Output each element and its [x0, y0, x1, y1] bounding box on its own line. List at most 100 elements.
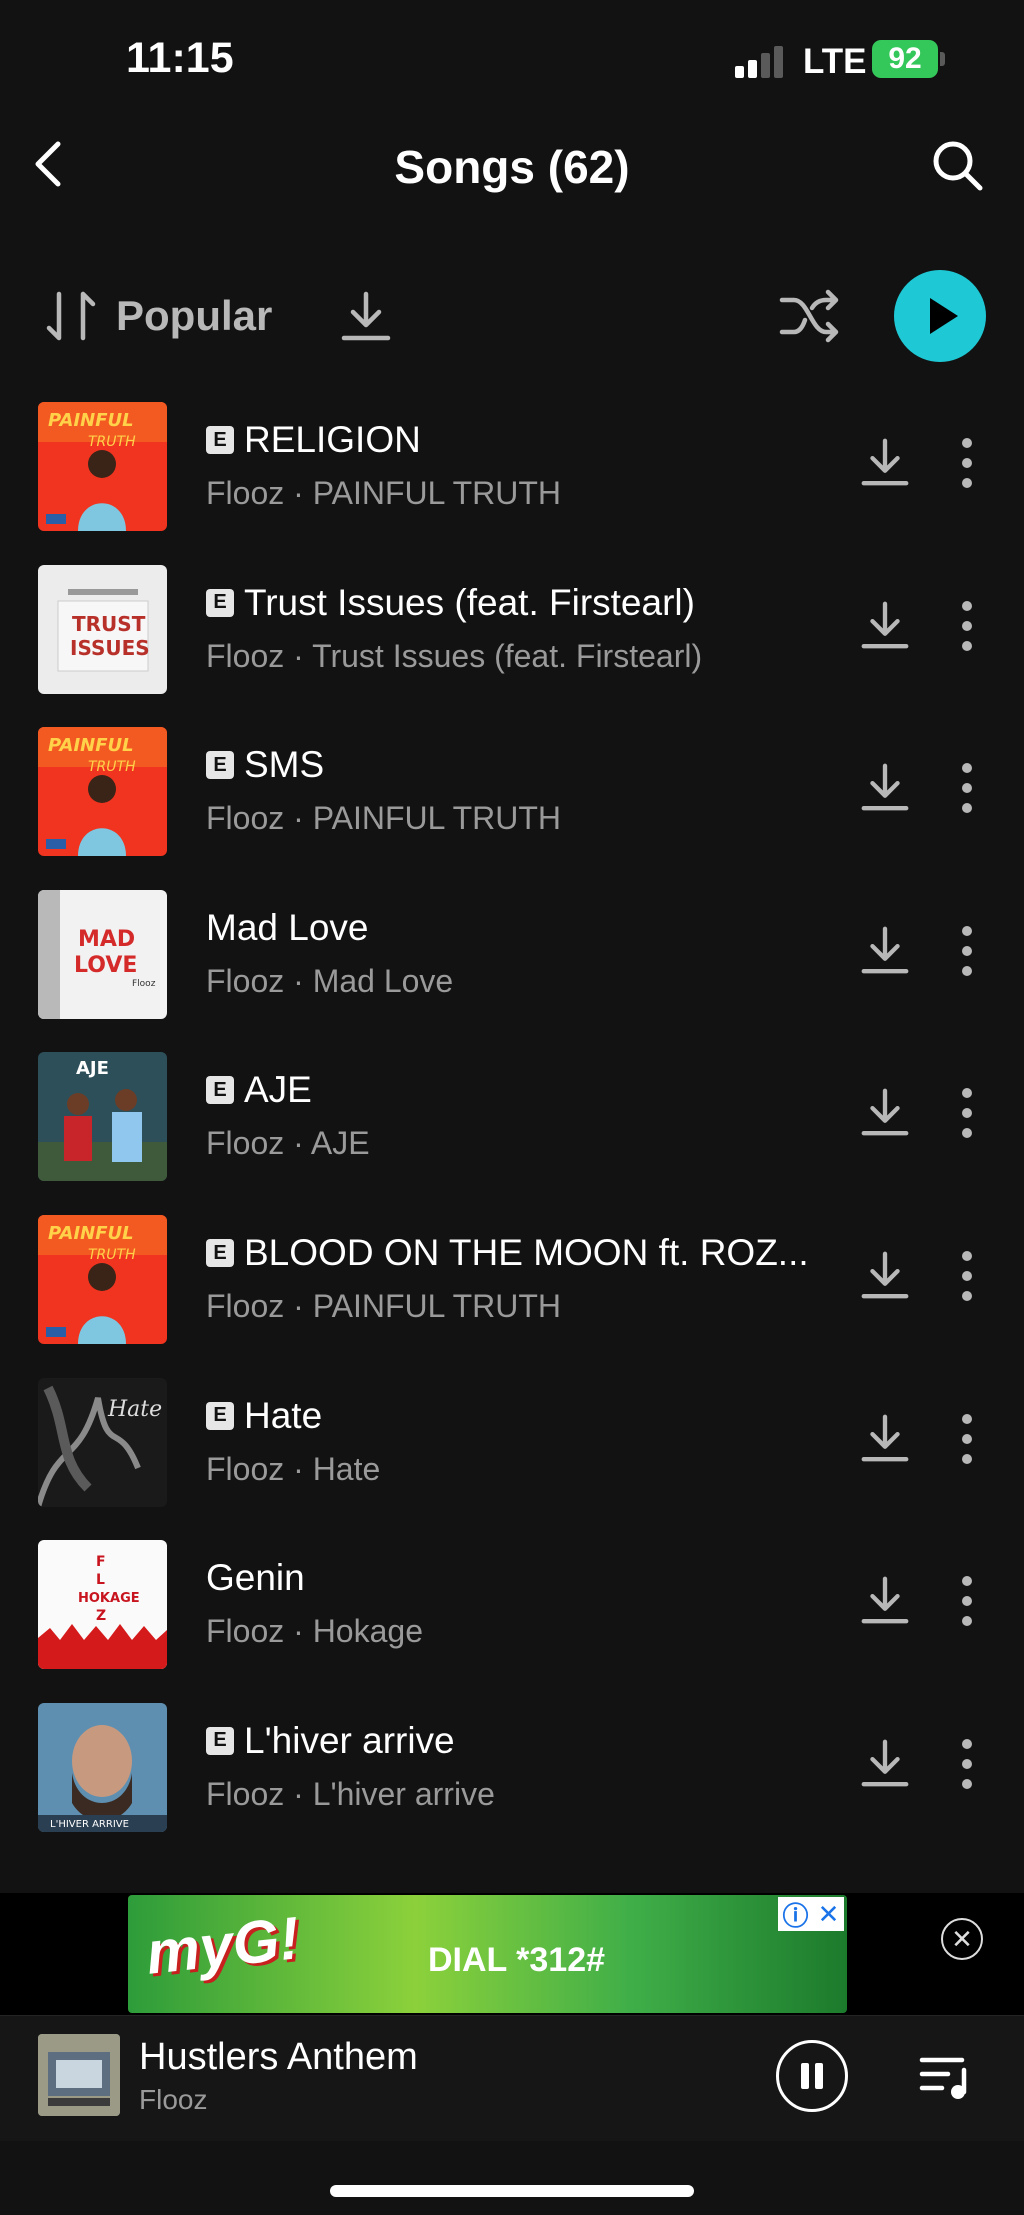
signal-icon	[735, 44, 785, 78]
svg-text:PAINFUL: PAINFUL	[48, 735, 134, 756]
play-all-button[interactable]	[894, 270, 986, 362]
mini-player[interactable]: Hustlers Anthem Flooz	[0, 2015, 1024, 2141]
svg-text:LOVE: LOVE	[74, 953, 137, 978]
song-subtitle: Flooz · PAINFUL TRUTH	[206, 800, 561, 837]
song-title-line: E L'hiver arrive	[206, 1720, 824, 1762]
song-row[interactable]: PAINFUL TRUTH E SMS Flooz · PAINFUL TRUTH	[0, 720, 1024, 870]
song-more-button[interactable]	[952, 596, 982, 656]
explicit-badge: E	[206, 1076, 234, 1105]
album-art: Hate	[38, 1377, 167, 1507]
song-download-button[interactable]	[858, 923, 912, 977]
more-vertical-icon	[962, 763, 972, 814]
song-row[interactable]: PAINFUL TRUTH E BLOOD ON THE MOON ft. ROZ.…	[0, 1208, 1024, 1358]
song-title-line: E RELIGION	[206, 419, 824, 461]
search-icon	[933, 141, 983, 191]
ad-close-button[interactable]: ✕	[941, 1918, 983, 1960]
svg-text:L'HIVER ARRIVE: L'HIVER ARRIVE	[50, 1819, 129, 1830]
svg-text:L: L	[96, 1572, 105, 1588]
song-row[interactable]: F L HOKAGE Z Genin Flooz · Hokage	[0, 1533, 1024, 1683]
song-row[interactable]: AJE E AJE Flooz · AJE	[0, 1045, 1024, 1195]
more-vertical-icon	[962, 438, 972, 488]
song-download-button[interactable]	[858, 1085, 912, 1139]
song-more-button[interactable]	[952, 758, 982, 818]
search-button[interactable]	[930, 138, 986, 194]
song-subtitle: Flooz · Mad Love	[206, 962, 454, 999]
album-art: AJE	[38, 1052, 167, 1182]
svg-text:Flooz: Flooz	[132, 979, 156, 989]
home-indicator	[330, 2185, 694, 2197]
song-title: L'hiver arrive	[244, 1719, 455, 1761]
now-playing-artwork	[38, 2034, 120, 2116]
song-subtitle: Flooz · PAINFUL TRUTH	[206, 1288, 561, 1324]
song-row[interactable]: MAD LOVE Flooz Mad Love Flooz · Mad Love	[0, 883, 1024, 1033]
song-title: RELIGION	[244, 419, 421, 460]
network-type: LTE	[803, 42, 867, 81]
download-all-button[interactable]	[338, 288, 394, 344]
ad-info-icon[interactable]: ⓘ ✕	[778, 1897, 844, 1931]
more-vertical-icon	[962, 1088, 972, 1139]
song-row[interactable]: TRUST ISSUES E Trust Issues (feat. Firstea…	[0, 558, 1024, 708]
song-download-button[interactable]	[858, 598, 912, 652]
song-title: SMS	[244, 744, 325, 786]
song-row[interactable]: PAINFUL TRUTH E RELIGION Flooz · PAINFUL TR…	[0, 395, 1024, 545]
song-download-button[interactable]	[858, 435, 912, 489]
download-icon	[861, 763, 909, 811]
album-art: TRUST ISSUES	[38, 564, 167, 694]
album-art: PAINFUL TRUTH	[38, 1215, 167, 1344]
song-more-button[interactable]	[952, 1246, 982, 1306]
explicit-badge: E	[206, 1401, 234, 1430]
song-more-button[interactable]	[952, 1083, 982, 1143]
song-more-button[interactable]	[952, 1409, 982, 1469]
download-icon	[861, 1251, 909, 1299]
song-row[interactable]: L'HIVER ARRIVE E L'hiver arrive Flooz · L'…	[0, 1696, 1024, 1846]
download-icon	[861, 1739, 909, 1787]
song-more-button[interactable]	[952, 1734, 982, 1794]
svg-text:TRUTH: TRUTH	[88, 434, 136, 450]
song-title-line: E BLOOD ON THE MOON ft. ROZ...	[206, 1232, 824, 1274]
song-title: Genin	[206, 1557, 305, 1599]
now-playing-artist: Flooz	[139, 2084, 208, 2115]
more-vertical-icon	[962, 1251, 972, 1301]
sort-button[interactable]: Popular	[46, 286, 272, 346]
song-more-button[interactable]	[952, 921, 982, 981]
more-vertical-icon	[962, 1413, 972, 1464]
song-subtitle: Flooz · L'hiver arrive	[206, 1775, 495, 1812]
now-playing-title: Hustlers Anthem	[139, 2036, 418, 2078]
song-subtitle: Flooz · Hokage	[206, 1613, 423, 1650]
album-art: MAD LOVE Flooz	[38, 889, 167, 1019]
queue-button[interactable]	[918, 2052, 974, 2102]
download-icon	[861, 601, 909, 648]
download-icon	[861, 1414, 909, 1461]
song-download-button[interactable]	[858, 760, 912, 814]
song-title: BLOOD ON THE MOON ft. ROZ...	[244, 1232, 809, 1273]
pause-button[interactable]	[776, 2040, 848, 2112]
song-download-button[interactable]	[858, 1573, 912, 1627]
battery-level: 92	[888, 42, 922, 75]
song-title-line: E AJE	[206, 1069, 824, 1111]
ad-bar: myG! DIAL *312# ⓘ ✕ ✕	[0, 1893, 1024, 2015]
song-row[interactable]: Hate E Hate Flooz · Hate	[0, 1371, 1024, 1521]
download-icon	[341, 291, 391, 341]
song-more-button[interactable]	[952, 433, 982, 493]
battery-indicator: 92	[872, 40, 938, 78]
more-vertical-icon	[962, 600, 972, 651]
shuffle-icon	[779, 289, 839, 343]
shuffle-button[interactable]	[778, 286, 842, 346]
album-art: PAINFUL TRUTH	[38, 402, 167, 531]
explicit-badge: E	[206, 426, 234, 454]
ad-banner[interactable]: myG! DIAL *312# ⓘ ✕	[128, 1895, 847, 2013]
svg-text:AJE: AJE	[76, 1058, 109, 1079]
song-more-button[interactable]	[952, 1571, 982, 1631]
song-download-button[interactable]	[858, 1248, 912, 1302]
song-title-line: E SMS	[206, 744, 824, 786]
song-title: Mad Love	[206, 906, 369, 948]
svg-text:HOKAGE: HOKAGE	[78, 1591, 140, 1606]
song-download-button[interactable]	[858, 1736, 912, 1790]
svg-text:MAD: MAD	[78, 927, 135, 952]
song-title: Trust Issues (feat. Firstearl)	[244, 581, 695, 623]
song-download-button[interactable]	[858, 1411, 912, 1465]
song-subtitle: Flooz · Trust Issues (feat. Firstearl)	[206, 637, 703, 674]
explicit-badge: E	[206, 751, 234, 780]
explicit-badge: E	[206, 1239, 234, 1267]
explicit-badge: E	[206, 1726, 234, 1755]
